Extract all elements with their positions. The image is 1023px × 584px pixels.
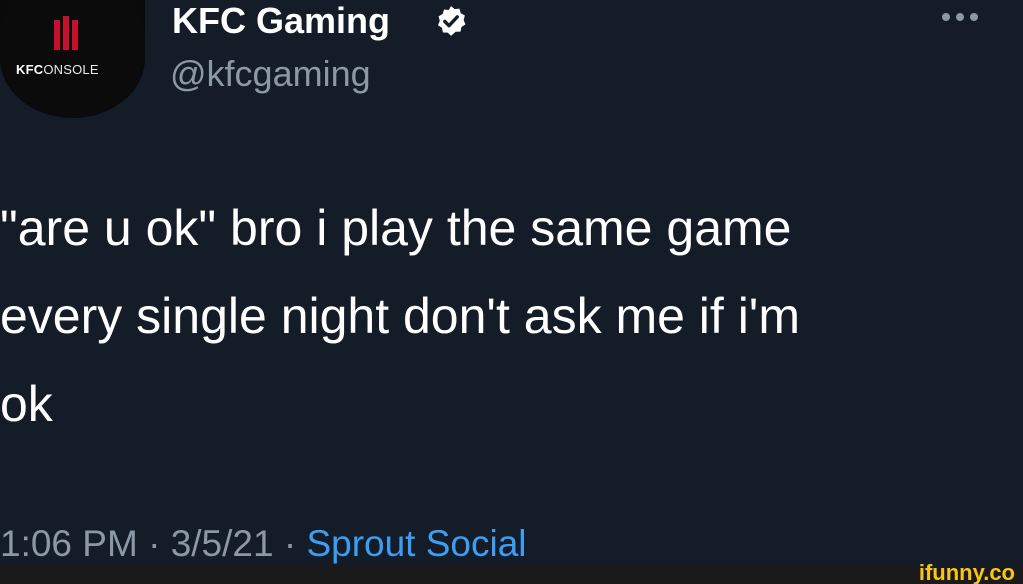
ifunny-watermark: ifunny.co [918,560,1015,584]
user-handle[interactable]: @kfcgaming [170,52,371,96]
avatar-brand-bold: KFC [16,62,44,77]
kfc-logo-icon [54,16,78,50]
tweet-source-link[interactable]: Sprout Social [306,523,526,564]
tweet-time[interactable]: 1:06 PM [0,523,138,564]
avatar-brand-light: ONSOLE [43,62,99,77]
avatar[interactable]: KFCONSOLE [0,0,145,118]
verified-badge-icon [437,6,466,36]
tweet-date[interactable]: 3/5/21 [171,523,274,564]
display-name[interactable]: KFC Gaming [172,0,390,42]
avatar-brand-text: KFCONSOLE [16,62,99,77]
watermark-bar [0,566,1023,584]
tweet-card: KFCONSOLE KFC Gaming @kfcgaming "are u o… [0,0,1023,584]
tweet-metadata: 1:06 PM · 3/5/21 · Sprout Social [0,520,527,568]
more-options-icon[interactable] [938,6,982,28]
tweet-text: "are u ok" bro i play the same game ever… [0,200,800,432]
meta-separator: · [273,523,307,564]
meta-separator: · [137,523,171,564]
